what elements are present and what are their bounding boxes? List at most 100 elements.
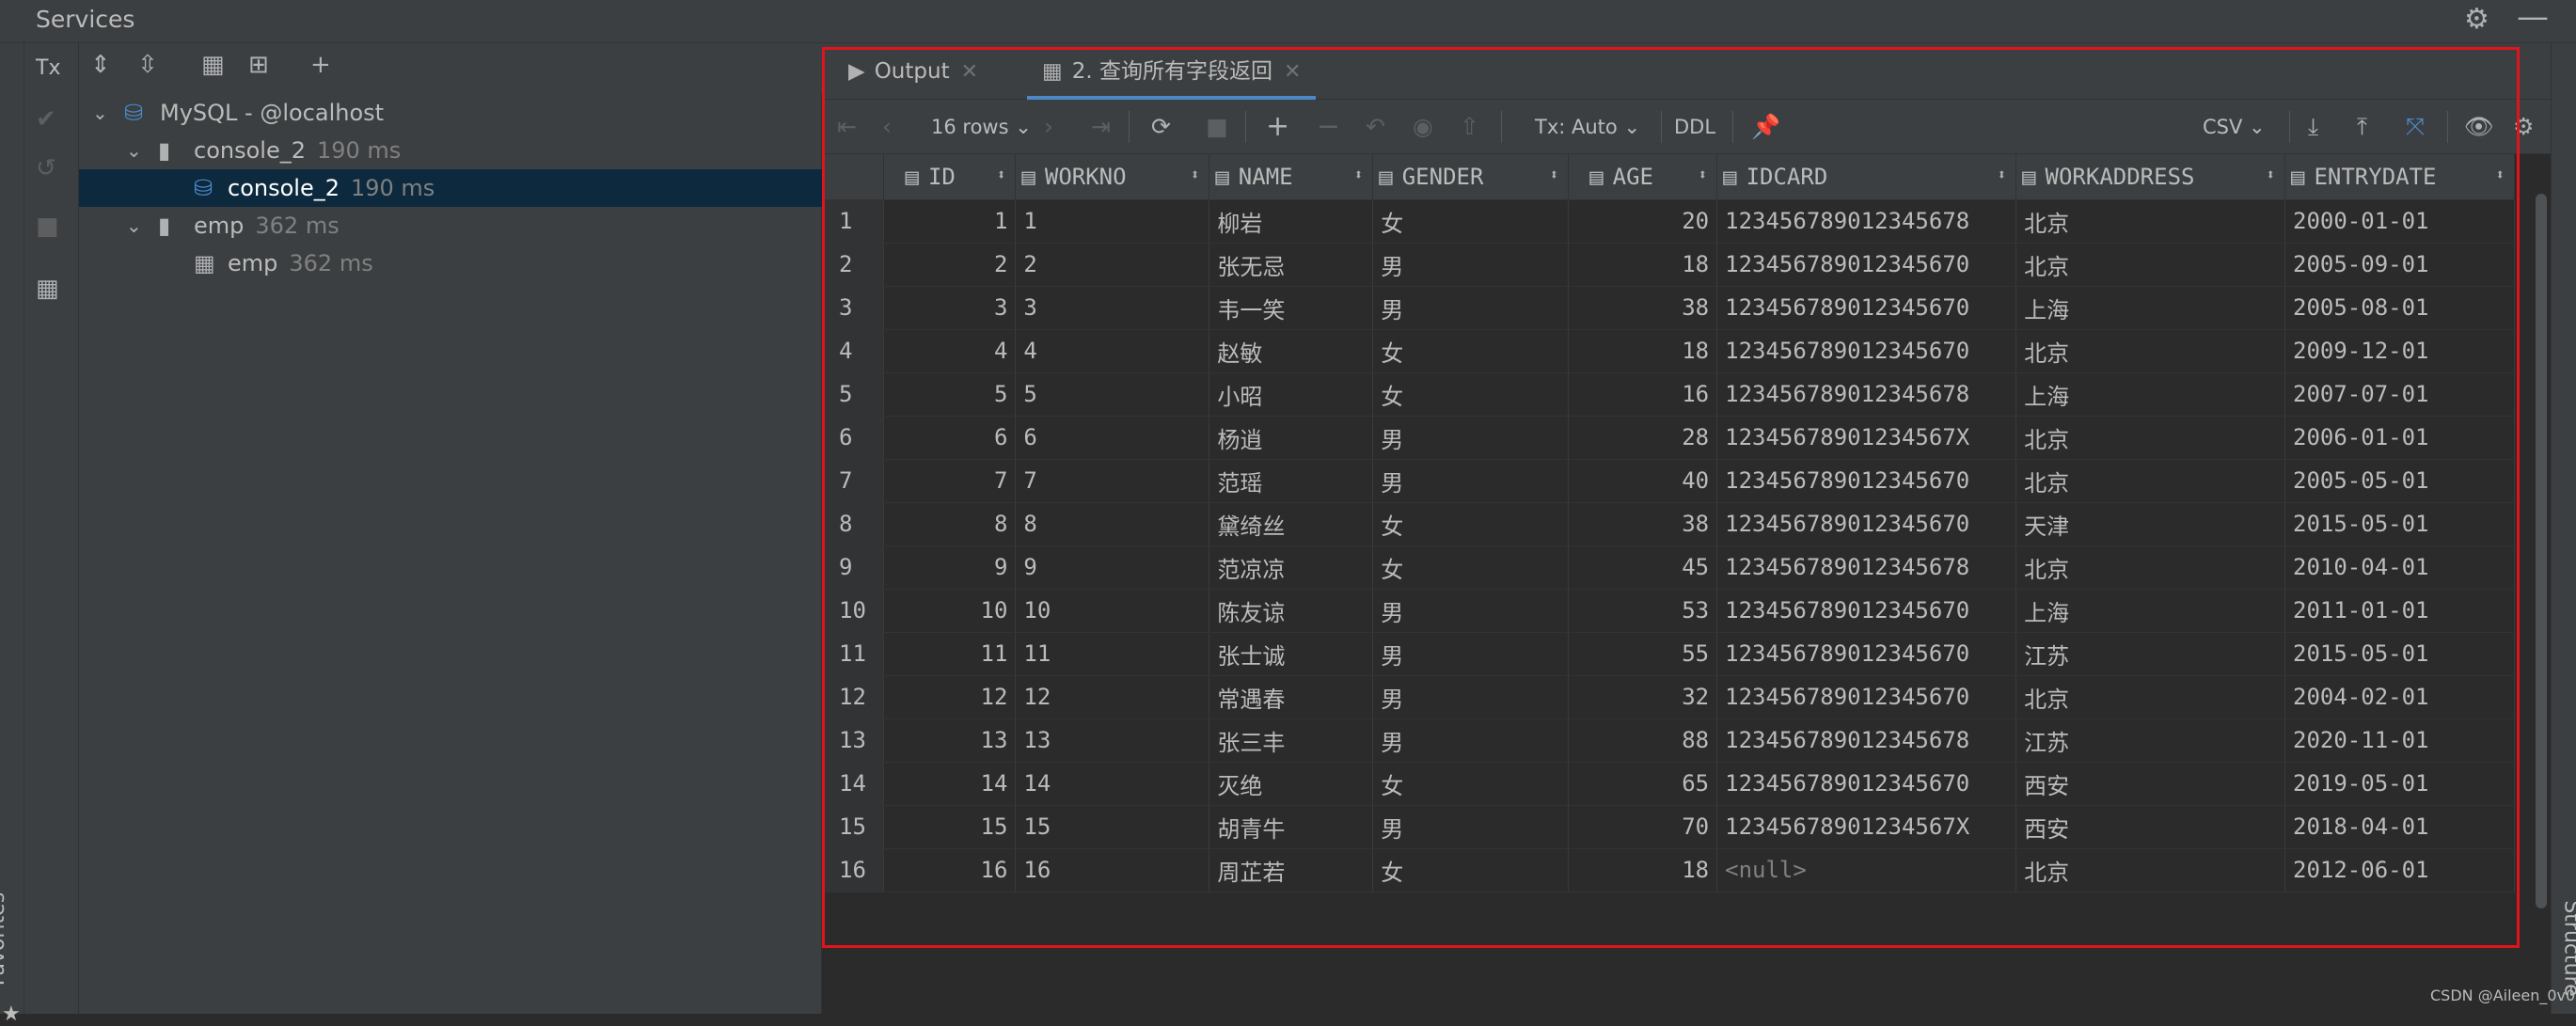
eye-icon[interactable]: 👁 <box>2464 100 2494 154</box>
row-number[interactable]: 13 <box>822 718 885 763</box>
cell-idcard[interactable]: 123456789012345670 <box>1716 329 2017 373</box>
cell-addr[interactable]: 北京 <box>2015 675 2285 719</box>
cell-date[interactable]: 2018-04-01 <box>2284 805 2515 849</box>
cell-idcard[interactable]: 123456789012345670 <box>1716 459 2017 503</box>
cell-age[interactable]: 55 <box>1568 632 1718 676</box>
chevron-down-icon[interactable]: ⌄ <box>126 132 142 169</box>
column-header-gender[interactable]: ▤ GENDER ⬍ <box>1372 154 1570 200</box>
cell-addr[interactable]: 天津 <box>2015 502 2285 546</box>
cell-gender[interactable]: 女 <box>1372 762 1570 806</box>
tree-item-emp-session[interactable]: ⌄ ▮ emp 362 ms <box>79 207 822 245</box>
table-row[interactable]: 1 1 1 柳岩女 20 123456789012345678 北京 2000-01-01 <box>822 199 2515 244</box>
cell-idcard[interactable]: 123456789012345670 <box>1716 502 2017 546</box>
tx-mode-button[interactable]: Tx <box>36 56 60 80</box>
cell-age[interactable]: 18 <box>1568 848 1718 892</box>
cell-gender[interactable]: 男 <box>1372 632 1570 676</box>
row-number[interactable]: 15 <box>822 805 885 849</box>
cell-name[interactable]: 范凉凉 <box>1209 545 1374 590</box>
commit-icon[interactable]: ✔ <box>36 105 56 134</box>
cell-date[interactable]: 2007-07-01 <box>2284 372 2515 417</box>
vertical-scrollbar[interactable] <box>2536 194 2547 908</box>
table-row[interactable]: 12 12 12 常遇春男 32 123456789012345670 北京 2004-02-… <box>822 675 2515 719</box>
cell-age[interactable]: 16 <box>1568 372 1718 417</box>
cell-addr[interactable]: 西安 <box>2015 762 2285 806</box>
table-row[interactable]: 8 8 8 黛绮丝女 38 123456789012345670 天津 2015-05-01 <box>822 502 2515 546</box>
column-header-entrydate[interactable]: ▤ ENTRYDATE ⬍ <box>2284 154 2515 200</box>
rows-count-dropdown[interactable]: 16 rows ⌄ <box>931 100 1032 154</box>
sort-icon[interactable]: ⬍ <box>1191 166 1200 183</box>
column-header-age[interactable]: ▤ AGE ⬍ <box>1568 154 1718 200</box>
table-row[interactable]: 6 6 6 杨逍男 28 12345678901234567X 北京 2006-01-01 <box>822 416 2515 460</box>
cell-id[interactable]: 8 <box>883 502 1017 546</box>
cell-age[interactable]: 70 <box>1568 805 1718 849</box>
cell-gender[interactable]: 男 <box>1372 243 1570 287</box>
cell-age[interactable]: 65 <box>1568 762 1718 806</box>
collapse-all-icon[interactable]: ⇳ <box>137 51 158 79</box>
row-number[interactable]: 10 <box>822 589 885 633</box>
sort-icon[interactable]: ⬍ <box>1698 166 1707 183</box>
sort-icon[interactable]: ⬍ <box>1550 166 1559 183</box>
cell-workno[interactable]: 11 <box>1015 632 1210 676</box>
cell-idcard[interactable]: 12345678901234567X <box>1716 416 2017 460</box>
cell-date[interactable]: 2012-06-01 <box>2284 848 2515 892</box>
cell-id[interactable]: 12 <box>883 675 1017 719</box>
cell-idcard[interactable]: 12345678901234567X <box>1716 805 2017 849</box>
column-header-workaddress[interactable]: ▤ WORKADDRESS ⬍ <box>2015 154 2285 200</box>
cell-gender[interactable]: 男 <box>1372 459 1570 503</box>
chevron-down-icon[interactable]: ⌄ <box>92 94 108 132</box>
cell-name[interactable]: 灭绝 <box>1209 762 1374 806</box>
cell-workno[interactable]: 14 <box>1015 762 1210 806</box>
cell-gender[interactable]: 女 <box>1372 199 1570 244</box>
minimize-icon[interactable]: — <box>2517 0 2549 36</box>
cell-addr[interactable]: 上海 <box>2015 589 2285 633</box>
cell-gender[interactable]: 男 <box>1372 416 1570 460</box>
cell-id[interactable]: 13 <box>883 718 1017 763</box>
cell-gender[interactable]: 男 <box>1372 805 1570 849</box>
cell-age[interactable]: 38 <box>1568 502 1718 546</box>
cell-date[interactable]: 2005-08-01 <box>2284 286 2515 330</box>
sort-icon[interactable]: ⬍ <box>1354 166 1364 183</box>
cell-id[interactable]: 10 <box>883 589 1017 633</box>
cell-idcard[interactable]: 123456789012345678 <box>1716 372 2017 417</box>
stop-icon[interactable]: ■ <box>1206 100 1228 154</box>
ddl-button[interactable]: DDL <box>1674 100 1715 154</box>
sort-icon[interactable]: ⬍ <box>2495 166 2505 183</box>
upload-icon[interactable]: ⤒ <box>2357 100 2367 154</box>
cell-date[interactable]: 2009-12-01 <box>2284 329 2515 373</box>
cell-addr[interactable]: 江苏 <box>2015 718 2285 763</box>
preview-changes-icon[interactable]: ◉ <box>1413 100 1433 154</box>
row-number[interactable]: 6 <box>822 416 885 460</box>
cell-name[interactable]: 赵敏 <box>1209 329 1374 373</box>
cell-age[interactable]: 40 <box>1568 459 1718 503</box>
cell-idcard[interactable]: 123456789012345678 <box>1716 199 2017 244</box>
column-header-workno[interactable]: ▤ WORKNO ⬍ <box>1015 154 1210 200</box>
cell-date[interactable]: 2010-04-01 <box>2284 545 2515 590</box>
cell-addr[interactable]: 北京 <box>2015 459 2285 503</box>
cell-name[interactable]: 黛绮丝 <box>1209 502 1374 546</box>
cell-addr[interactable]: 北京 <box>2015 243 2285 287</box>
cell-addr[interactable]: 江苏 <box>2015 632 2285 676</box>
cell-idcard[interactable]: 123456789012345678 <box>1716 545 2017 590</box>
cell-gender[interactable]: 女 <box>1372 848 1570 892</box>
table-row[interactable]: 9 9 9 范凉凉女 45 123456789012345678 北京 2010-04-01 <box>822 545 2515 590</box>
cell-idcard[interactable]: 123456789012345678 <box>1716 718 2017 763</box>
table-row[interactable]: 11 11 11 张士诚男 55 123456789012345670 江苏 2015-05-… <box>822 632 2515 676</box>
cell-addr[interactable]: 北京 <box>2015 416 2285 460</box>
cell-date[interactable]: 2020-11-01 <box>2284 718 2515 763</box>
add-service-icon[interactable]: + <box>310 51 331 79</box>
favorites-tab[interactable]: Favorites <box>0 892 9 986</box>
close-icon[interactable]: ✕ <box>1284 44 1301 101</box>
cell-gender[interactable]: 男 <box>1372 718 1570 763</box>
cell-workno[interactable]: 5 <box>1015 372 1210 417</box>
row-number[interactable]: 11 <box>822 632 885 676</box>
cell-name[interactable]: 陈友谅 <box>1209 589 1374 633</box>
cell-age[interactable]: 38 <box>1568 286 1718 330</box>
column-header-name[interactable]: ▤ NAME ⬍ <box>1209 154 1374 200</box>
cell-id[interactable]: 9 <box>883 545 1017 590</box>
cell-age[interactable]: 18 <box>1568 243 1718 287</box>
cell-name[interactable]: 周芷若 <box>1209 848 1374 892</box>
sort-icon[interactable]: ⬍ <box>2266 166 2275 183</box>
cell-id[interactable]: 2 <box>883 243 1017 287</box>
row-number[interactable]: 12 <box>822 675 885 719</box>
cell-idcard[interactable]: 123456789012345670 <box>1716 286 2017 330</box>
